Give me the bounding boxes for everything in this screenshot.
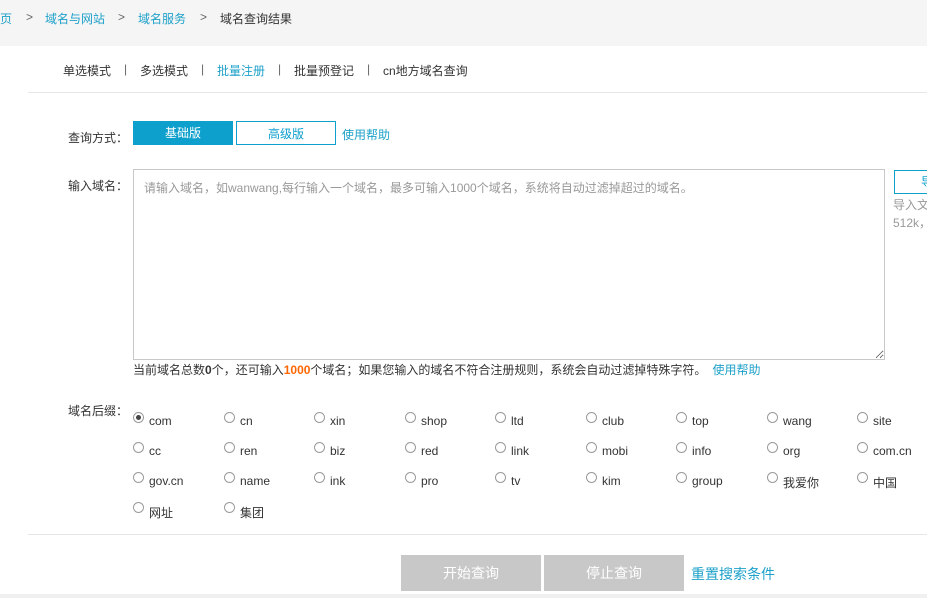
suffix-option-label: kim xyxy=(602,474,621,488)
suffix-option-label: gov.cn xyxy=(149,474,184,488)
breadcrumb-current: 域名查询结果 xyxy=(220,12,293,26)
reset-search-link[interactable]: 重置搜索条件 xyxy=(691,564,775,584)
divider xyxy=(28,92,927,93)
help-link[interactable]: 使用帮助 xyxy=(342,126,390,143)
radio-button[interactable] xyxy=(405,412,416,423)
help-link-inline[interactable]: 使用帮助 xyxy=(712,363,760,377)
suffix-label: 域名后缀： xyxy=(68,404,129,418)
tab-separator: | xyxy=(201,62,205,76)
suffix-option-label: com.cn xyxy=(873,444,912,458)
radio-button[interactable] xyxy=(405,442,416,453)
suffix-option-label: mobi xyxy=(602,444,629,458)
domain-input-textarea[interactable] xyxy=(133,169,885,360)
breadcrumb-separator: > xyxy=(118,10,126,24)
radio-button[interactable] xyxy=(495,472,506,483)
query-mode-label: 查询方式： xyxy=(68,131,129,145)
suffix-option-label: ren xyxy=(240,444,258,458)
radio-button[interactable] xyxy=(314,412,325,423)
suffix-option-label: top xyxy=(692,414,709,428)
suffix-option-label: xin xyxy=(330,414,346,428)
suffix-option-label: 中国 xyxy=(873,476,898,490)
suffix-option-label: site xyxy=(873,414,892,428)
domain-total-count: 0 xyxy=(205,363,212,377)
suffix-option-label: group xyxy=(692,474,723,488)
import-size-tip: 512k， xyxy=(893,216,927,230)
suffix-option-label: wang xyxy=(783,414,812,428)
tab-cn-regional-query[interactable]: cn地方域名查询 xyxy=(383,62,468,79)
suffix-option-label: cn xyxy=(240,414,253,428)
tab-multi-select[interactable]: 多选模式 xyxy=(140,62,188,79)
suffix-option-label: org xyxy=(783,444,801,458)
radio-button[interactable] xyxy=(405,472,416,483)
divider xyxy=(28,534,927,535)
radio-button[interactable] xyxy=(133,412,144,423)
count-middle: 个，还可输入 xyxy=(211,363,284,377)
stop-query-button[interactable]: 停止查询 xyxy=(544,555,684,591)
radio-button[interactable] xyxy=(676,412,687,423)
tab-batch-preregister[interactable]: 批量预登记 xyxy=(294,62,354,79)
domain-input-label: 输入域名： xyxy=(68,179,129,193)
start-query-button[interactable]: 开始查询 xyxy=(401,555,541,591)
suffix-option-label: ink xyxy=(330,474,346,488)
radio-button[interactable] xyxy=(767,412,778,423)
remaining-count: 1000 xyxy=(283,363,311,377)
breadcrumb: 页 > 域名与网站 > 域名服务 > 域名查询结果 xyxy=(0,0,927,46)
basic-mode-button[interactable]: 基础版 xyxy=(133,121,233,145)
radio-button[interactable] xyxy=(495,442,506,453)
radio-button[interactable] xyxy=(767,442,778,453)
radio-button[interactable] xyxy=(495,412,506,423)
suffix-option-label: 集团 xyxy=(240,506,265,520)
suffix-option-label: pro xyxy=(421,474,439,488)
radio-button[interactable] xyxy=(676,472,687,483)
tab-separator: | xyxy=(124,62,128,76)
import-file-button[interactable]: 导 xyxy=(894,170,927,194)
tab-separator: | xyxy=(278,62,282,76)
radio-button[interactable] xyxy=(857,442,868,453)
radio-button[interactable] xyxy=(857,472,868,483)
radio-button[interactable] xyxy=(314,472,325,483)
count-prefix: 当前域名总数 xyxy=(133,363,206,377)
radio-button[interactable] xyxy=(586,412,597,423)
import-tip: 导入文 xyxy=(893,198,927,212)
radio-button[interactable] xyxy=(586,472,597,483)
suffix-option-label: red xyxy=(421,444,439,458)
radio-button[interactable] xyxy=(224,412,235,423)
suffix-option-label: tv xyxy=(511,474,521,488)
tab-separator: | xyxy=(367,62,371,76)
radio-button[interactable] xyxy=(133,442,144,453)
suffix-option-label: 网址 xyxy=(149,506,174,520)
suffix-option-label: biz xyxy=(330,444,346,458)
radio-button[interactable] xyxy=(133,472,144,483)
suffix-option-label: cc xyxy=(149,444,161,458)
radio-button[interactable] xyxy=(224,472,235,483)
breadcrumb-separator: > xyxy=(26,10,34,24)
suffix-option-label: com xyxy=(149,414,172,428)
radio-button[interactable] xyxy=(767,472,778,483)
breadcrumb-separator: > xyxy=(200,10,208,24)
suffix-option-label: info xyxy=(692,444,712,458)
breadcrumb-home[interactable]: 页 xyxy=(0,10,12,27)
suffix-option-label: shop xyxy=(421,414,448,428)
radio-button[interactable] xyxy=(857,412,868,423)
count-suffix: 个域名；如果您输入的域名不符合注册规则，系统会自动过滤掉特殊字符。 xyxy=(310,363,707,377)
suffix-option-label: ltd xyxy=(511,414,524,428)
domain-count-info: 当前域名总数0个，还可输入1000个域名；如果您输入的域名不符合注册规则，系统会… xyxy=(133,361,760,378)
suffix-option-label: link xyxy=(511,444,530,458)
suffix-option-label: club xyxy=(602,414,625,428)
tab-single-select[interactable]: 单选模式 xyxy=(63,62,111,79)
breadcrumb-domain-services[interactable]: 域名服务 xyxy=(138,10,186,27)
footer-strip xyxy=(0,594,927,598)
radio-button[interactable] xyxy=(133,502,144,513)
radio-button[interactable] xyxy=(586,442,597,453)
radio-button[interactable] xyxy=(224,502,235,513)
radio-button[interactable] xyxy=(314,442,325,453)
advanced-mode-button[interactable]: 高级版 xyxy=(236,121,336,145)
suffix-option-label: 我爱你 xyxy=(783,476,820,490)
suffix-option-label: name xyxy=(240,474,271,488)
radio-button[interactable] xyxy=(224,442,235,453)
tab-batch-register[interactable]: 批量注册 xyxy=(217,62,265,79)
radio-button[interactable] xyxy=(676,442,687,453)
breadcrumb-domains-and-sites[interactable]: 域名与网站 xyxy=(45,10,105,27)
